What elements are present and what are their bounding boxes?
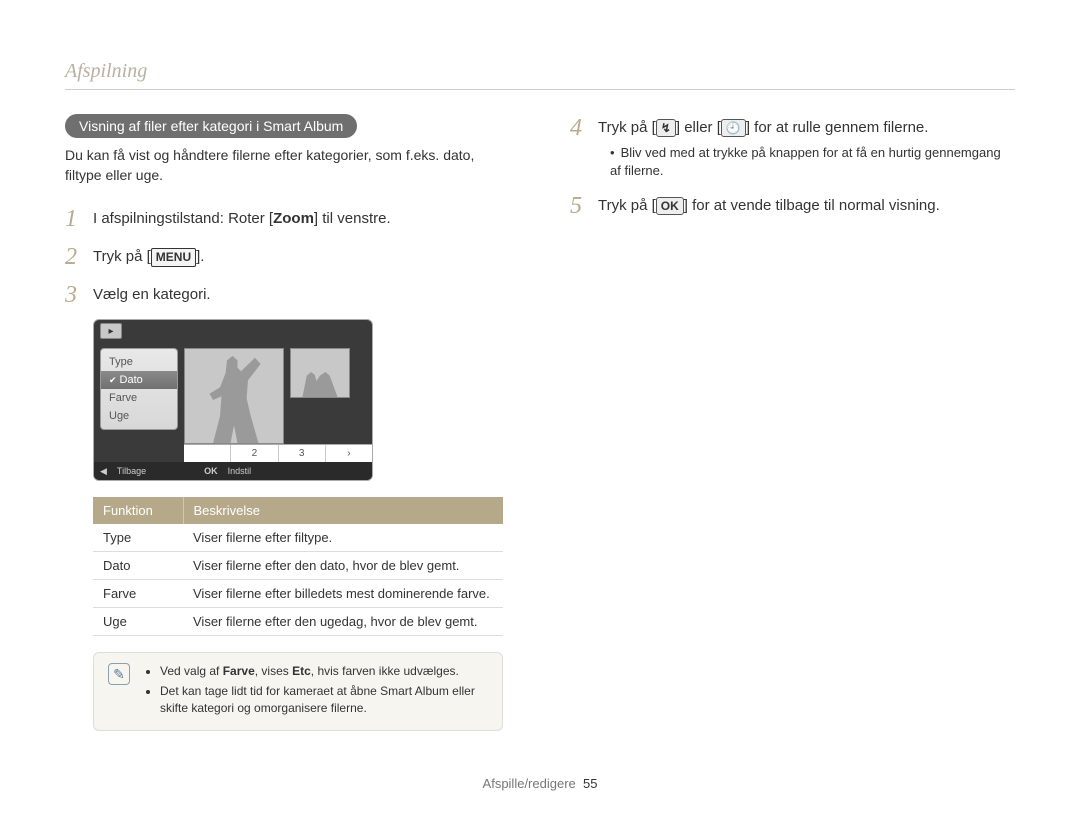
flash-button-icon: ↯ [656, 119, 676, 137]
left-column: Visning af filer efter kategori i Smart … [65, 114, 510, 731]
menu-button-icon: MENU [151, 248, 196, 267]
step-text: ] for at rulle gennem filerne. [746, 119, 929, 136]
menu-item-type: Type [101, 353, 177, 371]
thumbnail-next [290, 348, 350, 398]
intro-text: Du kan få vist og håndtere filerne efter… [65, 146, 510, 185]
ok-button-icon: OK [656, 197, 684, 215]
thumbnail-main [184, 348, 284, 444]
step-number: 4 [570, 114, 598, 140]
step-1: 1 I afspilningstilstand: Roter [Zoom] ti… [65, 205, 510, 231]
step-3: 3 Vælg en kategori. [65, 281, 510, 307]
screenshot-bottombar: ◀ Tilbage OK Indstil [94, 462, 372, 480]
step-5: 5 Tryk på [OK] for at vende tilbage til … [570, 192, 1015, 218]
step-2: 2 Tryk på [MENU]. [65, 243, 510, 269]
note-bullet: Det kan tage lidt tid for kameraet at åb… [160, 683, 488, 715]
table-cell: Uge [93, 608, 183, 636]
step-text: ] til venstre. [314, 210, 391, 227]
strip-cell: 2 [231, 445, 278, 462]
table-header-description: Beskrivelse [183, 497, 503, 524]
ok-label: OK [204, 466, 218, 476]
step-text: Tryk på [ [598, 119, 656, 136]
page-footer: Afspille/redigere 55 [0, 776, 1080, 791]
note-text: Farve [223, 664, 255, 678]
timer-button-icon: 🕘 [721, 119, 746, 137]
menu-item-dato-selected: Dato [101, 371, 177, 389]
function-table: Funktion Beskrivelse Type Viser filerne … [93, 497, 503, 636]
silhouette-icon [298, 361, 342, 397]
section-title: Afspilning [65, 60, 1015, 90]
page-strip: 2 3 › [184, 444, 372, 462]
step-text: ]. [196, 248, 204, 265]
step-text: Vælg en kategori. [93, 281, 211, 305]
note-box: ✎ Ved valg af Farve, vises Etc, hvis far… [93, 652, 503, 731]
step-text: I afspilningstilstand: Roter [ [93, 210, 273, 227]
strip-cell: 3 [279, 445, 326, 462]
table-row: Uge Viser filerne efter den ugedag, hvor… [93, 608, 503, 636]
table-cell: Viser filerne efter filtype. [183, 524, 503, 552]
step-text: Tryk på [ [93, 248, 151, 265]
right-column: 4 Tryk på [↯] eller [🕘] for at rulle gen… [570, 114, 1015, 731]
table-cell: Farve [93, 580, 183, 608]
zoom-label: Zoom [273, 210, 314, 227]
note-text: Ved valg af [160, 664, 223, 678]
step-4: 4 Tryk på [↯] eller [🕘] for at rulle gen… [570, 114, 1015, 180]
footer-label: Afspille/redigere [483, 776, 576, 791]
note-text: , hvis farven ikke udvælges. [311, 664, 459, 678]
silhouette-icon [199, 353, 269, 443]
camera-screenshot: ▸ Type Dato Farve Uge [93, 319, 373, 481]
strip-cell: › [326, 445, 372, 462]
table-cell: Viser filerne efter den ugedag, hvor de … [183, 608, 503, 636]
table-row: Dato Viser filerne efter den dato, hvor … [93, 552, 503, 580]
screenshot-topbar: ▸ [94, 320, 372, 342]
step-number: 2 [65, 243, 93, 269]
step-number: 5 [570, 192, 598, 218]
back-arrow-icon: ◀ [100, 466, 107, 477]
note-bullet: Ved valg af Farve, vises Etc, hvis farve… [160, 663, 488, 679]
note-text: , vises [255, 664, 292, 678]
play-mode-icon: ▸ [100, 323, 122, 339]
table-cell: Dato [93, 552, 183, 580]
table-row: Farve Viser filerne efter billedets mest… [93, 580, 503, 608]
note-text: Etc [292, 664, 311, 678]
table-cell: Type [93, 524, 183, 552]
category-menu: Type Dato Farve Uge [100, 348, 178, 430]
step-number: 1 [65, 205, 93, 231]
strip-cell [184, 445, 231, 462]
subsection-pill: Visning af filer efter kategori i Smart … [65, 114, 357, 138]
step-sub-bullet: Bliv ved med at trykke på knappen for at… [610, 144, 1015, 180]
step-number: 3 [65, 281, 93, 307]
set-label: Indstil [228, 466, 252, 476]
back-label: Tilbage [117, 466, 146, 476]
menu-item-farve: Farve [101, 389, 177, 407]
table-header-function: Funktion [93, 497, 183, 524]
step-text: ] eller [ [676, 119, 721, 136]
table-cell: Viser filerne efter den dato, hvor de bl… [183, 552, 503, 580]
page-number: 55 [583, 776, 597, 791]
table-row: Type Viser filerne efter filtype. [93, 524, 503, 552]
step-text: ] for at vende tilbage til normal visnin… [684, 197, 940, 214]
table-cell: Viser filerne efter billedets mest domin… [183, 580, 503, 608]
note-icon: ✎ [108, 663, 130, 685]
menu-item-uge: Uge [101, 407, 177, 425]
step-text: Tryk på [ [598, 197, 656, 214]
